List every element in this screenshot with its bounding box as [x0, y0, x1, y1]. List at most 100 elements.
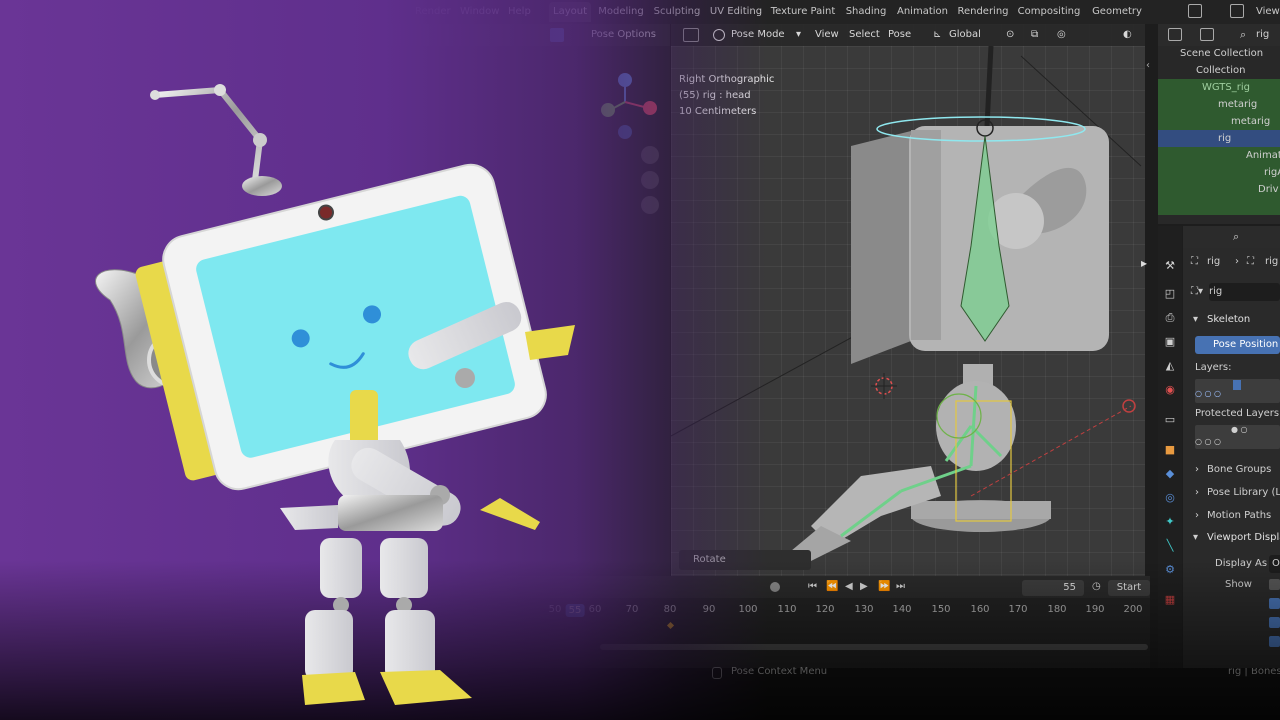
- breadcrumb-data: rig: [1265, 256, 1279, 267]
- 3d-viewport[interactable]: Pose Mode ▾ View Select Pose ⊾ Global ⊙ …: [671, 24, 1145, 576]
- transform-orientation-select[interactable]: Global: [949, 27, 981, 43]
- pose-options-button[interactable]: Pose Options: [591, 27, 656, 43]
- tab-geometry-nodes[interactable]: Geometry N: [1087, 2, 1147, 37]
- outliner-row[interactable]: Animati: [1158, 147, 1280, 164]
- display-as-value: O: [1272, 558, 1280, 569]
- show-checkbox[interactable]: [1269, 579, 1280, 590]
- collapse-arrow-icon[interactable]: ‹: [1146, 60, 1150, 71]
- pose-library-panel[interactable]: Pose Library (Leg: [1207, 487, 1280, 498]
- tab-shading[interactable]: Shading: [842, 2, 890, 22]
- next-keyframe-icon[interactable]: ⏩: [878, 579, 890, 595]
- properties-header: ⌕: [1183, 226, 1280, 248]
- tab-animation[interactable]: Animation: [895, 2, 950, 22]
- tab-compositing[interactable]: Compositing: [1016, 2, 1082, 22]
- menu-edit[interactable]: Edit: [365, 0, 384, 24]
- record-icon[interactable]: [770, 582, 780, 592]
- proportional-edit-icon[interactable]: ◎: [1057, 27, 1066, 43]
- protected-layers-grid[interactable]: ● ○ ○ ○ ○: [1195, 425, 1280, 449]
- menu-window[interactable]: Window: [460, 0, 499, 24]
- modifier-icon[interactable]: ◆: [1162, 466, 1178, 482]
- view-layer-icon[interactable]: ▣: [1162, 334, 1178, 350]
- outliner-row-label: rig: [1218, 133, 1232, 144]
- snap-icon[interactable]: ⧉: [1031, 27, 1038, 43]
- layers-grid[interactable]: ○ ○ ○: [1195, 379, 1280, 403]
- view-layer-label[interactable]: View: [1256, 0, 1280, 24]
- menu-render[interactable]: Render: [415, 0, 451, 24]
- chevron-right-icon: ›: [1195, 464, 1199, 475]
- texture-icon[interactable]: ▦: [1162, 592, 1178, 608]
- motion-paths-panel[interactable]: Motion Paths: [1207, 510, 1271, 521]
- pivot-icon[interactable]: ⊙: [1006, 27, 1014, 43]
- jump-end-icon[interactable]: ⏭: [896, 579, 905, 595]
- viewport-display-panel[interactable]: Viewport Display: [1207, 532, 1280, 543]
- skeleton-panel-title[interactable]: Skeleton: [1207, 314, 1250, 325]
- view-layer-icon[interactable]: [1230, 4, 1244, 18]
- tab-texture-paint[interactable]: Texture Paint: [769, 2, 837, 22]
- output-icon[interactable]: ⎙: [1162, 310, 1178, 326]
- start-frame-field[interactable]: Start: [1108, 580, 1150, 596]
- layer-toggle-active[interactable]: [1233, 380, 1241, 390]
- outliner-row[interactable]: [1158, 198, 1280, 215]
- option-checkbox[interactable]: [1269, 636, 1280, 647]
- play-reverse-icon[interactable]: ◀: [845, 579, 853, 595]
- outliner[interactable]: ⌕ rig Scene Collection Collection WGTS_r…: [1158, 24, 1280, 224]
- armature-data-icon[interactable]: ✦: [1162, 514, 1178, 530]
- play-icon[interactable]: ▶: [860, 579, 868, 595]
- tab-sculpting[interactable]: Sculpting: [651, 2, 703, 22]
- editor-type-icon[interactable]: [1168, 28, 1182, 41]
- outliner-row[interactable]: metarig: [1158, 96, 1280, 113]
- camera-icon: [641, 196, 659, 214]
- timeline-scrollbar[interactable]: [600, 644, 1148, 650]
- properties-panel[interactable]: ⌕ ⛶ rig › ⛶ rig ⛶▾ rig ▾ Skeleton Pose P…: [1183, 226, 1280, 668]
- tab-rendering[interactable]: Rendering: [955, 2, 1011, 22]
- menu-file[interactable]: File: [335, 0, 352, 24]
- render-icon[interactable]: ◰: [1162, 286, 1178, 302]
- display-as-label: Display As: [1215, 558, 1268, 569]
- outliner-row[interactable]: rigA: [1158, 164, 1280, 181]
- menu-pose[interactable]: Pose: [888, 27, 911, 43]
- outliner-row[interactable]: Driv: [1158, 181, 1280, 198]
- navigation-gizmo[interactable]: [590, 70, 670, 220]
- display-as-select[interactable]: O: [1269, 555, 1280, 573]
- menu-view[interactable]: View: [815, 27, 839, 43]
- outliner-row[interactable]: Scene Collection: [1158, 45, 1280, 62]
- tick: 130: [854, 604, 874, 615]
- menu-select[interactable]: Select: [849, 27, 880, 43]
- outliner-row[interactable]: Collection: [1158, 62, 1280, 79]
- outliner-row[interactable]: WGTS_rig: [1158, 79, 1280, 96]
- outliner-row[interactable]: metarig: [1158, 113, 1280, 130]
- world-icon[interactable]: ◉: [1162, 382, 1178, 398]
- bone-constraint-icon[interactable]: ⚙: [1162, 562, 1178, 578]
- bone-groups-panel[interactable]: Bone Groups: [1207, 464, 1271, 475]
- editor-type-icon[interactable]: [683, 28, 699, 42]
- bone-icon[interactable]: ╲: [1162, 538, 1178, 554]
- scene-icon[interactable]: ◭: [1162, 358, 1178, 374]
- outliner-row-label: metarig: [1231, 116, 1271, 127]
- collection-icon[interactable]: ▭: [1162, 412, 1178, 428]
- tab-layout[interactable]: Layout: [549, 2, 591, 22]
- data-name-field[interactable]: rig: [1209, 283, 1280, 301]
- option-checkbox[interactable]: [1269, 598, 1280, 609]
- visibility-icon[interactable]: ◐: [1123, 27, 1132, 43]
- tab-uv-editing[interactable]: UV Editing: [708, 2, 764, 22]
- tool-icon[interactable]: ⚒: [1162, 258, 1178, 274]
- jump-start-icon[interactable]: ⏮: [808, 579, 817, 595]
- pose-position-button[interactable]: Pose Position: [1195, 336, 1280, 354]
- mode-select[interactable]: Pose Mode: [731, 27, 785, 43]
- current-frame-field[interactable]: 55: [1022, 580, 1084, 596]
- physics-icon[interactable]: ◎: [1162, 490, 1178, 506]
- keyframe-marker[interactable]: [666, 621, 675, 630]
- outliner-search-input[interactable]: rig: [1256, 29, 1269, 40]
- overlay-toggle-icon[interactable]: [550, 28, 564, 42]
- menu-help[interactable]: Help: [508, 0, 531, 24]
- option-checkbox[interactable]: [1269, 617, 1280, 628]
- object-icon[interactable]: ■: [1162, 442, 1178, 458]
- tab-modeling[interactable]: Modeling: [596, 2, 646, 22]
- last-operator-panel[interactable]: Rotate: [679, 550, 811, 570]
- outliner-row-selected[interactable]: rig: [1158, 130, 1280, 147]
- filter-icon[interactable]: [1200, 28, 1214, 41]
- rigged-robot-model[interactable]: [671, 46, 1145, 576]
- tick: 120: [815, 604, 835, 615]
- prev-keyframe-icon[interactable]: ⏪: [826, 579, 838, 595]
- new-scene-icon[interactable]: [1188, 4, 1202, 18]
